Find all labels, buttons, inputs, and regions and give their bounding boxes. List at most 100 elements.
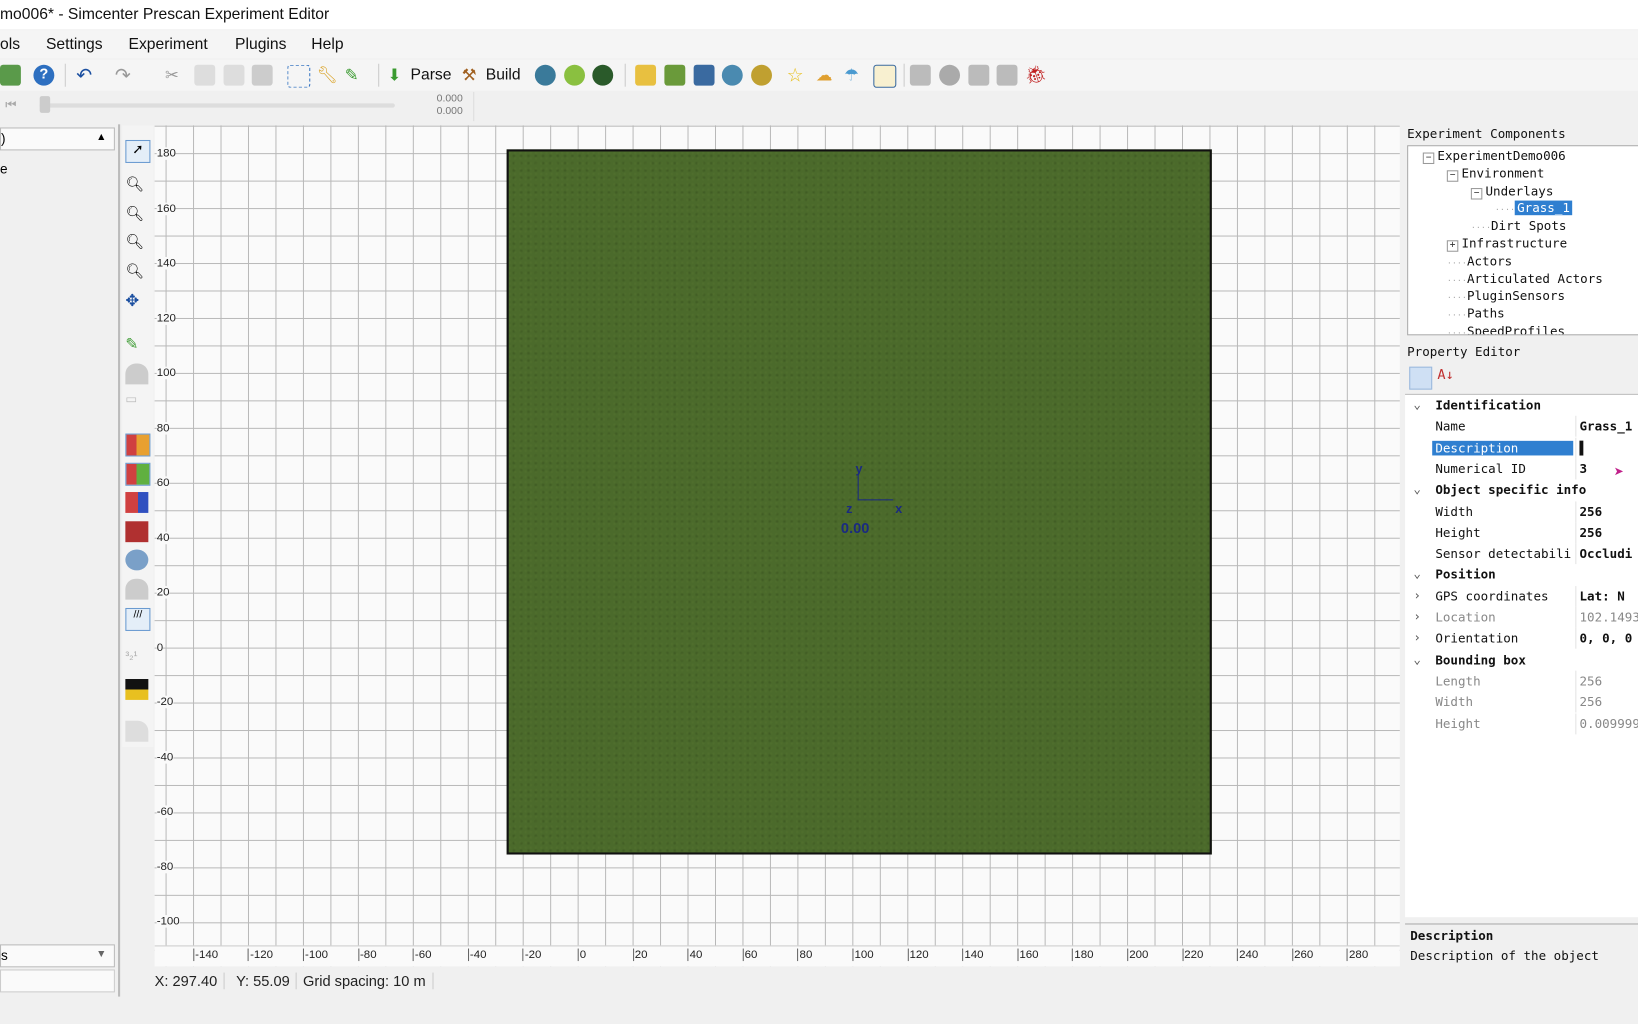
property-row[interactable]: Name Grass_1 [1405,416,1638,437]
tree-expander-icon[interactable]: − [1422,152,1435,165]
trajectory-icon[interactable]: /// [125,607,151,631]
property-row[interactable]: Description ▌ [1405,437,1638,459]
expand-chevron-icon[interactable]: › [1413,588,1421,603]
cut-icon[interactable]: ✂ [165,65,186,86]
property-value[interactable]: 0, 0, 0 [1579,631,1632,646]
menu-plugins[interactable]: Plugins [235,36,286,54]
slider-thumb[interactable] [39,96,51,113]
property-row[interactable]: Height 0.009999 [1405,712,1638,734]
hill-icon[interactable] [125,578,149,600]
globe-icon[interactable] [534,64,556,86]
zoom-window-icon[interactable]: 🔍︎ [125,175,148,196]
curve-road-icon[interactable] [125,363,149,385]
menu-help[interactable]: Help [311,36,343,54]
property-row[interactable]: Width 256 [1405,500,1638,522]
pencil-icon[interactable]: ✎ [345,65,366,86]
time-slider[interactable] [39,103,395,108]
menu-experiment[interactable]: Experiment [128,36,207,54]
save-icon[interactable] [0,64,21,86]
delete-icon[interactable] [251,64,273,86]
parse-button[interactable]: Parse [411,66,452,84]
camera-sensor-icon[interactable] [125,433,151,457]
property-row[interactable]: Length 256 [1405,670,1638,692]
radar-sensor-icon[interactable] [125,462,151,486]
dropdown-arrow-icon[interactable]: ▼ [90,944,113,965]
world-icon[interactable] [751,64,772,86]
grass-underlay[interactable] [506,149,1212,855]
sort-alpha-icon[interactable]: A↓ [1437,368,1453,384]
paste-object-icon[interactable] [996,64,1018,86]
tree-item[interactable]: ····Paths [1447,306,1505,321]
property-value[interactable]: ▌ [1579,440,1587,455]
property-category[interactable]: ⌄ Position [1405,565,1638,586]
globe-dark-icon[interactable] [592,64,614,86]
lidar-sensor-icon[interactable] [125,492,149,513]
connect-icon[interactable]: ▭ [125,392,148,413]
select-pointer-icon[interactable]: ➚ [125,139,151,163]
property-row[interactable]: Height 256 [1405,522,1638,544]
chart-icon[interactable] [873,64,897,88]
wrench-icon[interactable]: 🔧︎ [317,65,338,86]
expand-chevron-icon[interactable]: › [1413,630,1421,645]
property-category[interactable]: ⌄ Bounding box [1405,649,1638,670]
experiment-canvas[interactable]: y x z 0.00 180 160 140 120 100 80 60 40 20 0 -20 -4… [154,125,1400,967]
left-list-item[interactable]: e [0,161,8,177]
numbering-icon[interactable]: ³₂¹ [125,650,148,671]
tree-item[interactable]: ····Dirt Spots [1471,219,1567,234]
zoom-in-icon[interactable]: 🔍︎ [125,205,148,226]
pan-icon[interactable]: ✥ [125,290,148,311]
collapse-chevron-icon[interactable]: ⌄ [1413,397,1421,412]
tree-item[interactable]: − ExperimentDemo006 [1422,148,1566,165]
build-icon[interactable]: ⚒ [462,65,483,86]
tools-icon[interactable] [664,64,686,86]
tree-item[interactable]: ····Articulated Actors [1447,271,1603,286]
redo-icon[interactable]: ↷ [115,65,136,86]
collapse-chevron-icon[interactable]: ⌄ [1413,651,1421,666]
tree-item[interactable]: + Infrastructure [1446,236,1567,252]
calendar-icon[interactable] [693,64,715,86]
weather-icon[interactable]: ☁ [816,65,837,86]
property-value[interactable]: 0.009999 [1579,716,1638,731]
property-value[interactable]: 256 [1579,695,1602,710]
arc-icon[interactable] [125,720,149,742]
ruler-icon[interactable] [635,64,657,86]
scroll-up-button[interactable]: ▲ [90,127,113,148]
map-icon[interactable] [721,64,743,86]
property-value[interactable]: Occludi [1579,546,1632,561]
build-button[interactable]: Build [486,66,521,84]
property-value[interactable]: 256 [1579,674,1602,689]
spheres-icon[interactable] [125,549,149,571]
tree-item[interactable]: ····Actors [1447,254,1512,269]
property-row[interactable]: Numerical ID 3 [1405,458,1638,480]
star-icon[interactable]: ☆ [787,65,808,86]
components-tree[interactable]: − ExperimentDemo006− Environment − Underlays… [1407,145,1638,336]
property-value[interactable]: 102.1493 [1579,610,1638,625]
property-value[interactable]: Lat: N [1579,589,1624,604]
copy-icon[interactable] [194,64,216,86]
sensor-block-icon[interactable] [125,521,149,543]
collapse-chevron-icon[interactable]: ⌄ [1413,482,1421,497]
undo-icon[interactable]: ↶ [76,65,97,86]
property-row[interactable]: Sensor detectabili Occludi [1405,543,1638,565]
property-row[interactable]: › GPS coordinates Lat: N [1405,585,1638,607]
property-value[interactable]: 256 [1579,504,1602,519]
categorized-view-icon[interactable] [1409,366,1433,390]
tree-item[interactable]: ···· Grass_1 [1495,200,1573,216]
menu-tools[interactable]: ols [0,36,20,54]
property-row[interactable]: › Location 102.1493 [1405,606,1638,628]
menu-settings[interactable]: Settings [46,36,103,54]
parse-icon[interactable]: ⬇ [388,65,409,86]
draw-road-icon[interactable]: ✎ [125,334,148,355]
align-icon[interactable] [909,64,931,86]
tree-item[interactable]: − Underlays [1470,183,1553,200]
paste-icon[interactable] [223,64,245,86]
property-category[interactable]: ⌄ Identification [1405,395,1638,416]
globe-green-icon[interactable] [564,64,585,86]
property-category[interactable]: ⌄ Object specific info [1405,480,1638,501]
select-all-icon[interactable] [287,64,311,88]
tree-expander-icon[interactable]: + [1446,240,1459,252]
copy-object-icon[interactable] [968,64,990,86]
rewind-icon[interactable]: ⏮ [5,97,16,113]
property-value[interactable]: 3 [1579,462,1587,477]
bottom-field[interactable] [0,969,115,993]
